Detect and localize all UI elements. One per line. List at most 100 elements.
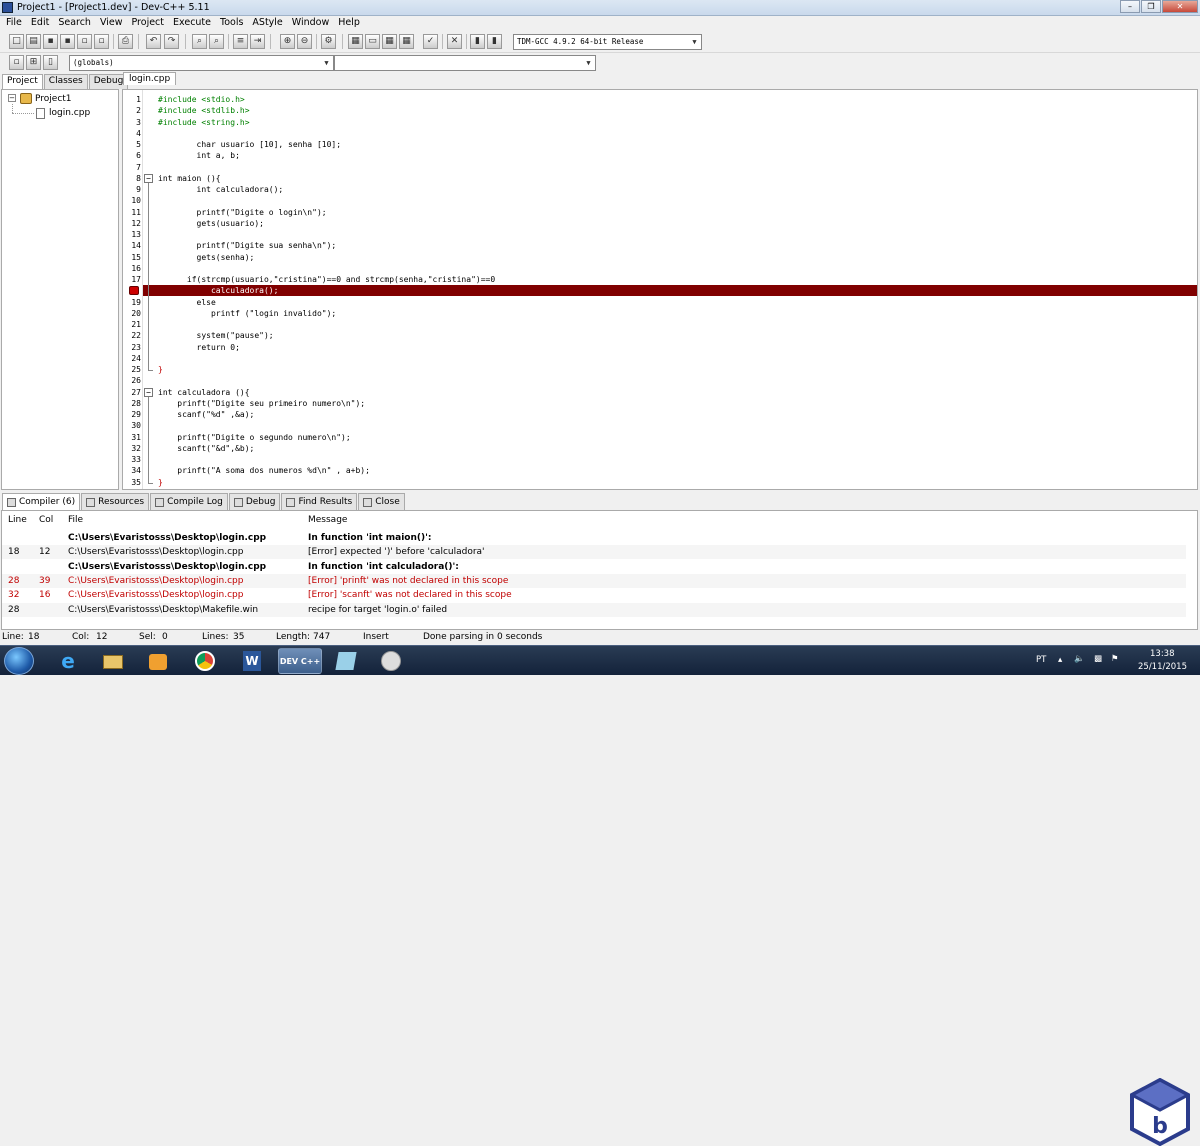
minimize-button[interactable]: – <box>1120 0 1140 13</box>
menu-tools[interactable]: Tools <box>216 16 248 31</box>
message-row[interactable]: C:\Users\Evaristosss\Desktop\login.cpp In… <box>2 560 1186 574</box>
new-file-icon[interactable]: □ <box>9 34 24 49</box>
message-row[interactable]: 28 39 C:\Users\Evaristosss\Desktop\login.c… <box>2 573 1186 588</box>
tab-find-results[interactable]: Find Results <box>281 493 358 510</box>
project-options-icon[interactable]: ⚙ <box>321 34 336 49</box>
message-row[interactable]: 32 16 C:\Users\Evaristosss\Desktop\login.c… <box>2 588 1186 602</box>
indent-icon[interactable]: ≡ <box>233 34 248 49</box>
tab-login-cpp[interactable]: login.cpp <box>123 72 177 85</box>
code-line[interactable]: calculadora(); <box>158 285 278 296</box>
tab-close[interactable]: Close <box>358 493 405 510</box>
menu-window[interactable]: Window <box>288 16 334 31</box>
tab-resources[interactable]: Resources <box>81 493 150 510</box>
toggle-bookmark-icon[interactable]: ⊞ <box>26 55 41 70</box>
code-line[interactable]: printf("Digite sua senha\n"); <box>158 240 337 251</box>
goto-bookmark-icon[interactable]: ▯ <box>43 55 58 70</box>
add-to-project-icon[interactable]: ⊕ <box>280 34 295 49</box>
syntax-check-icon[interactable]: ✓ <box>423 34 438 49</box>
fold-toggle-icon[interactable]: − <box>144 387 153 397</box>
code-line[interactable]: prinft("Digite seu primeiro numero\n"); <box>158 398 365 409</box>
collapse-toggle-icon[interactable]: − <box>8 94 16 102</box>
delete-profile-icon[interactable]: ▮ <box>487 34 502 49</box>
devcpp-taskbar-button[interactable]: DEV C++ <box>278 648 322 674</box>
code-line[interactable]: prinft("Digite o segundo numero\n"); <box>158 432 350 443</box>
tab-compile-log[interactable]: Compile Log <box>150 493 228 510</box>
notes-icon[interactable] <box>325 648 367 674</box>
chevron-up-icon[interactable]: ▴ <box>1058 655 1062 665</box>
close-file-icon[interactable]: ▫ <box>77 34 92 49</box>
code-line[interactable]: int calculadora (){ <box>158 387 250 398</box>
member-select[interactable]: ▼ <box>334 55 596 71</box>
tree-file-login[interactable]: login.cpp <box>49 108 90 118</box>
code-line[interactable]: printf("Digite o login\n"); <box>158 207 327 218</box>
code-line[interactable]: printf ("login invalido"); <box>158 308 336 319</box>
code-line[interactable]: if(strcmp(usuario,"cristina")==0 and str… <box>158 274 495 285</box>
close-all-icon[interactable]: ▫ <box>94 34 109 49</box>
scope-select[interactable]: (globals) ▼ <box>69 55 334 71</box>
replace-icon[interactable]: ⌕ <box>209 34 224 49</box>
rebuild-all-icon[interactable]: ▦ <box>399 34 414 49</box>
goto-icon[interactable]: ⇥ <box>250 34 265 49</box>
open-file-icon[interactable]: ▤ <box>26 34 41 49</box>
code-line[interactable]: #include <stdio.h> <box>158 94 245 105</box>
col-header-col[interactable]: Col <box>39 515 53 525</box>
code-line[interactable]: gets(usuario); <box>158 218 264 229</box>
compiler-select[interactable]: TDM-GCC 4.9.2 64-bit Release ▼ <box>513 34 702 50</box>
network-icon[interactable]: ▩ <box>1094 654 1102 664</box>
code-line[interactable]: scanft("&d",&b); <box>158 443 254 454</box>
tab-debug-output[interactable]: Debug <box>228 493 281 510</box>
compile-icon[interactable]: ▦ <box>348 34 363 49</box>
flag-icon[interactable]: ⚑ <box>1111 654 1119 664</box>
code-line[interactable]: } <box>158 364 163 375</box>
paint-icon[interactable] <box>370 648 412 674</box>
menu-edit[interactable]: Edit <box>27 16 54 31</box>
close-button[interactable]: ✕ <box>1162 0 1198 13</box>
title-bar[interactable]: Project1 - [Project1.dev] - Dev-C++ 5.11… <box>0 0 1200 16</box>
code-line[interactable]: int maion (){ <box>158 173 221 184</box>
code-line[interactable]: int a, b; <box>158 150 240 161</box>
menu-astyle[interactable]: AStyle <box>248 16 287 31</box>
code-line[interactable]: scanf("%d" ,&a); <box>158 409 254 420</box>
code-editor[interactable]: 1 2 3 4 5 6 7 8 9 10 11 12 13 14 15 16 17 19 20 21 22 23 24 25 2… <box>122 89 1198 490</box>
tab-compiler[interactable]: Compiler (6) <box>2 493 81 510</box>
col-header-message[interactable]: Message <box>308 515 347 525</box>
save-icon[interactable]: ▪ <box>43 34 58 49</box>
profile-icon[interactable]: ▮ <box>470 34 485 49</box>
code-line[interactable]: } <box>158 477 163 488</box>
menu-project[interactable]: Project <box>128 16 170 31</box>
menu-view[interactable]: View <box>96 16 128 31</box>
language-indicator[interactable]: PT <box>1036 655 1046 665</box>
undo-icon[interactable]: ↶ <box>146 34 161 49</box>
code-line[interactable]: char usuario [10], senha [10]; <box>158 139 342 150</box>
code-line[interactable]: else <box>158 297 216 308</box>
message-row[interactable]: 18 12 C:\Users\Evaristosss\Desktop\login.c… <box>2 545 1186 560</box>
tab-classes[interactable]: Classes <box>43 74 88 89</box>
insert-icon[interactable]: ▫ <box>9 55 24 70</box>
menu-search[interactable]: Search <box>54 16 96 31</box>
save-all-icon[interactable]: ▪ <box>60 34 75 49</box>
tab-project[interactable]: Project <box>2 74 43 89</box>
redo-icon[interactable]: ↷ <box>164 34 179 49</box>
message-row[interactable]: C:\Users\Evaristosss\Desktop\login.cpp In… <box>2 531 1186 545</box>
code-line[interactable]: prinft("A soma dos numeros %d\n" , a+b); <box>158 465 370 476</box>
code-line[interactable]: system("pause"); <box>158 330 274 341</box>
speaker-icon[interactable]: 🔈 <box>1074 654 1085 664</box>
col-header-file[interactable]: File <box>68 515 83 525</box>
message-row[interactable]: 28 C:\Users\Evaristosss\Desktop\Makefile.… <box>2 602 1186 617</box>
print-icon[interactable]: ⎙ <box>118 34 133 49</box>
explorer-icon[interactable] <box>92 648 134 674</box>
menu-help[interactable]: Help <box>334 16 365 31</box>
col-header-line[interactable]: Line <box>8 515 27 525</box>
compile-run-icon[interactable]: ▦ <box>382 34 397 49</box>
start-button[interactable] <box>4 647 34 675</box>
remove-from-project-icon[interactable]: ⊖ <box>297 34 312 49</box>
word-icon[interactable]: W <box>231 648 273 674</box>
ie-icon[interactable]: e <box>47 648 89 674</box>
code-line[interactable]: #include <stdlib.h> <box>158 105 250 116</box>
fold-toggle-icon[interactable]: − <box>144 173 153 183</box>
stop-execution-icon[interactable]: ✕ <box>447 34 462 49</box>
menu-file[interactable]: File <box>2 16 27 31</box>
clock-time[interactable]: 13:38 <box>1150 649 1175 659</box>
find-icon[interactable]: ⌕ <box>192 34 207 49</box>
clock-date[interactable]: 25/11/2015 <box>1138 662 1187 672</box>
